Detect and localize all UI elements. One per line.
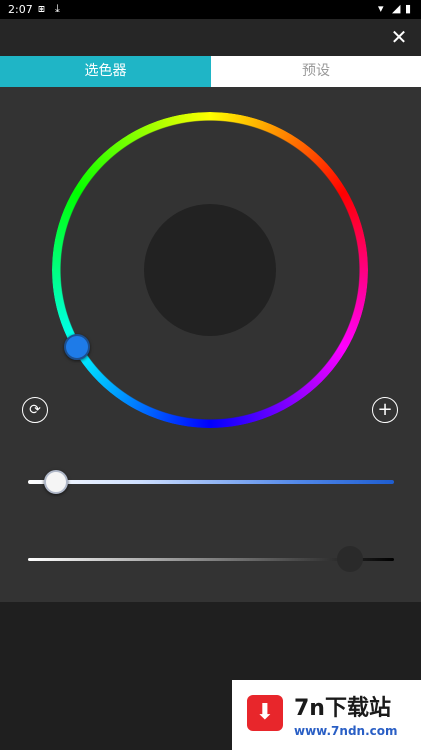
download-arrow-icon: ⬇	[247, 695, 283, 731]
top-bar: ✕	[0, 19, 421, 56]
wifi-icon: ▾	[378, 2, 384, 15]
reset-button[interactable]: ⟳	[22, 397, 48, 423]
brightness-knob[interactable]	[337, 546, 364, 572]
add-color-button[interactable]: +	[372, 397, 398, 423]
tab-color-picker[interactable]: 选色器	[0, 56, 211, 87]
battery-icon: ▮	[405, 2, 412, 15]
plus-icon: +	[377, 399, 393, 420]
color-picker-panel: ⟳ +	[0, 87, 421, 602]
saturation-slider[interactable]	[28, 470, 394, 494]
close-icon: ✕	[390, 25, 408, 49]
close-button[interactable]: ✕	[387, 25, 411, 49]
hue-thumb[interactable]	[64, 334, 90, 360]
download-icon: ⤓	[55, 2, 60, 15]
watermark-title: 7n下载站	[294, 696, 391, 721]
signal-icon: ◢	[392, 2, 401, 15]
status-bar: 2:07 ⧆ ⤓ ▾ ◢ ▮	[0, 0, 421, 19]
brightness-slider[interactable]	[28, 546, 394, 572]
tab-bar: 选色器 预设	[0, 56, 421, 87]
sim-icon: ⧆	[38, 2, 45, 15]
color-wheel[interactable]	[52, 112, 368, 428]
saturation-track	[28, 480, 394, 484]
watermark-url: www.7ndn.com	[294, 724, 398, 738]
saturation-knob[interactable]	[43, 470, 68, 494]
reset-icon: ⟳	[29, 402, 41, 418]
status-time: 2:07	[8, 3, 33, 16]
color-preview	[144, 204, 276, 336]
tab-presets[interactable]: 预设	[211, 56, 421, 87]
watermark-banner: ⬇ 7n下载站 www.7ndn.com	[232, 680, 421, 750]
